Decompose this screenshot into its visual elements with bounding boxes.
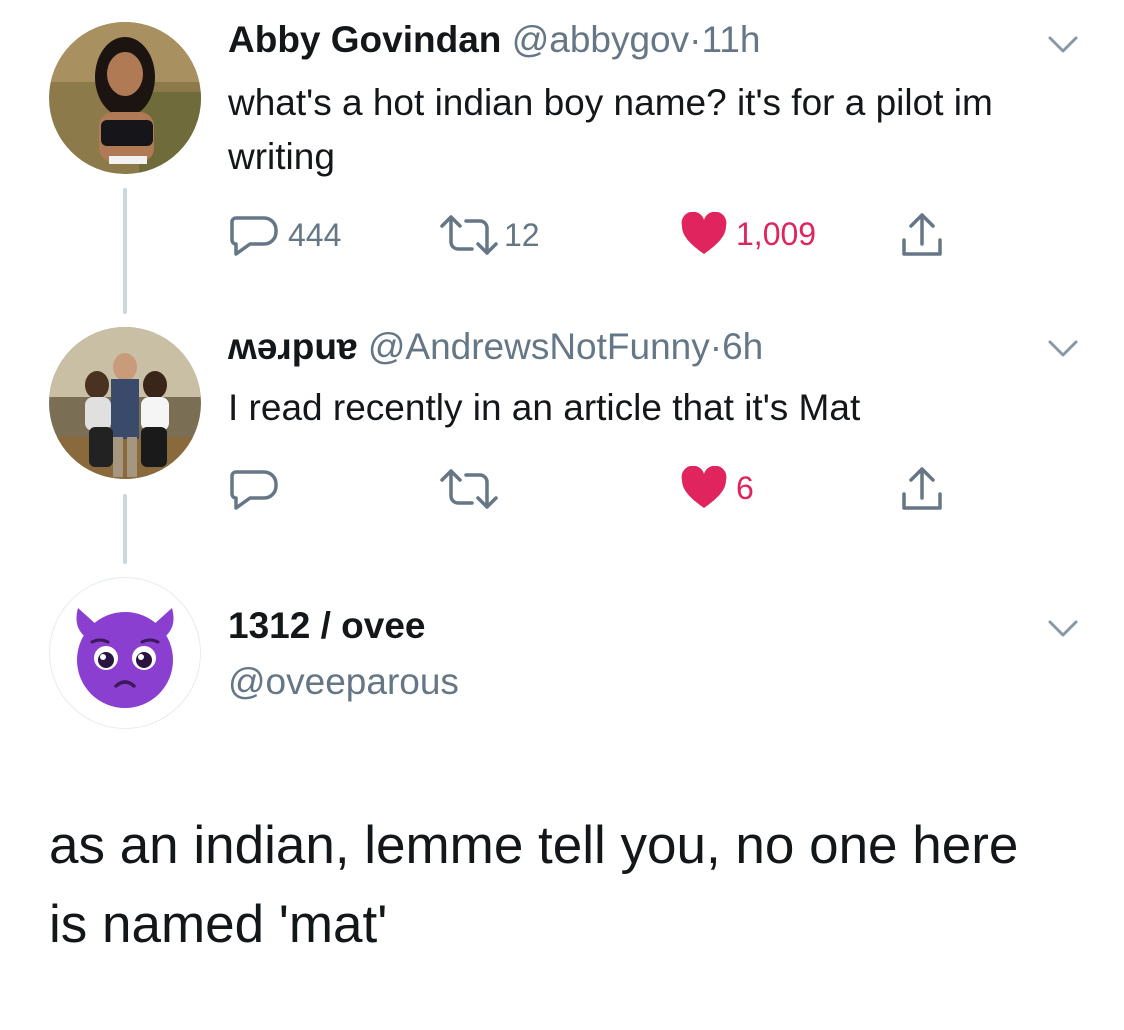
reply-count: 444 xyxy=(288,216,342,253)
tweet-text: what's a hot indian boy name? it's for a… xyxy=(228,82,993,177)
like-button[interactable]: 1,009 xyxy=(680,212,816,256)
tweet-header: Abby Govindan @abbygov·11h xyxy=(228,18,760,62)
thread-line xyxy=(123,494,127,564)
share-icon xyxy=(902,467,942,510)
main-tweet-name[interactable]: 1312 / ovee xyxy=(228,604,425,648)
retweet-button[interactable] xyxy=(438,466,508,512)
avatar-abby[interactable] xyxy=(49,22,201,174)
heart-icon xyxy=(681,466,727,508)
chevron-down-icon[interactable] xyxy=(1048,620,1078,638)
heart-icon xyxy=(681,212,727,254)
tweet-text: I read recently in an article that it's … xyxy=(228,387,861,428)
user-handle[interactable]: @abbygov xyxy=(512,19,689,60)
reply-icon xyxy=(230,470,278,510)
like-button[interactable]: 6 xyxy=(680,466,754,510)
retweet-count: 12 xyxy=(504,216,540,253)
display-name[interactable]: Abby Govindan xyxy=(228,19,501,60)
separator: · xyxy=(709,326,723,367)
like-count: 1,009 xyxy=(736,215,817,252)
main-tweet-handle[interactable]: @oveeparous xyxy=(228,660,459,704)
timestamp[interactable]: 11h xyxy=(701,19,760,60)
main-tweet-text: as an indian, lemme tell you, no one her… xyxy=(49,816,1019,954)
share-icon xyxy=(902,213,942,256)
timestamp[interactable]: 6h xyxy=(722,326,763,367)
separator: · xyxy=(689,19,702,60)
reply-button[interactable] xyxy=(228,466,288,512)
thread-line xyxy=(123,188,127,314)
chevron-down-icon[interactable] xyxy=(1048,36,1078,54)
reply-button[interactable]: 444 xyxy=(228,212,341,258)
tweet-header: ʍǝɹpuɐ @AndrewsNotFunny·6h xyxy=(228,325,763,369)
reply-icon xyxy=(230,216,278,256)
retweet-button[interactable]: 12 xyxy=(438,212,540,258)
share-button[interactable] xyxy=(898,210,946,260)
avatar-ovee[interactable] xyxy=(49,577,201,729)
retweet-icon xyxy=(440,469,498,509)
share-button[interactable] xyxy=(898,464,946,514)
chevron-down-icon[interactable] xyxy=(1048,340,1078,358)
display-name[interactable]: ʍǝɹpuɐ xyxy=(228,326,358,367)
avatar-andrew[interactable] xyxy=(49,327,201,479)
retweet-icon xyxy=(440,215,498,255)
user-handle[interactable]: @AndrewsNotFunny xyxy=(368,326,710,367)
like-count: 6 xyxy=(736,469,754,506)
